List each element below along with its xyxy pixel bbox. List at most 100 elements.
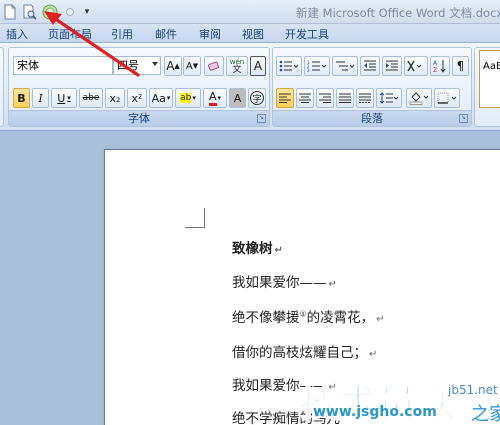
decrease-indent-button[interactable] xyxy=(360,56,380,76)
paragraph-dialog-launcher[interactable]: ↘ xyxy=(459,114,468,123)
sort-button[interactable]: AZ xyxy=(430,56,450,76)
borders-button[interactable] xyxy=(434,88,460,108)
font-name-combo[interactable]: 宋体 xyxy=(13,56,113,75)
paragraph-group: 1 2 3 A Z ¶ 段落 ↘ xyxy=(272,47,472,127)
character-border-button[interactable]: A xyxy=(250,56,266,76)
align-center-button[interactable] xyxy=(296,88,314,108)
line-spacing-button[interactable] xyxy=(376,88,402,108)
sort-icon: AZ xyxy=(433,60,446,73)
qat-more-button[interactable] xyxy=(62,4,78,20)
chevron-down-icon: ▾ xyxy=(192,94,196,102)
paragraph-mark: ↵ xyxy=(328,279,337,290)
document-line[interactable]: 我如果爱你—— ↵ xyxy=(232,271,337,291)
multilevel-list-button[interactable] xyxy=(332,56,358,76)
subscript-button[interactable]: x₂ xyxy=(105,88,125,108)
print-preview-icon xyxy=(23,4,37,20)
print-preview-button[interactable] xyxy=(22,4,38,20)
character-shading-label: A xyxy=(233,91,242,105)
strikethrough-label: abe xyxy=(82,93,100,103)
tab-developer[interactable]: 开发工具 xyxy=(285,26,329,42)
document-line[interactable]: 借你的高枝炫耀自己； ↵ xyxy=(232,341,377,361)
font-color-label: A xyxy=(208,90,217,106)
line-text: 借你的高枝炫耀自己； xyxy=(232,345,367,361)
customize-qat-button[interactable]: ▾ xyxy=(82,4,92,20)
borders-icon xyxy=(437,92,457,104)
enclose-characters-button[interactable]: 字 xyxy=(248,88,266,108)
shading-button[interactable] xyxy=(406,88,432,108)
title-bar: ▾ 新建 Microsoft Office Word 文档.docx - xyxy=(0,0,500,24)
clipboard-group-edge xyxy=(0,47,4,127)
bold-button[interactable]: B xyxy=(13,88,30,108)
line-text: 的凌霄花， xyxy=(306,310,375,326)
paragraph-group-label: 段落 xyxy=(273,110,471,126)
tab-review[interactable]: 审阅 xyxy=(199,26,221,42)
justify-icon xyxy=(339,93,351,103)
bullets-button[interactable] xyxy=(276,56,302,76)
multilevel-list-icon xyxy=(336,61,355,71)
distributed-button[interactable] xyxy=(356,88,374,108)
quick-access-toolbar: ▾ xyxy=(2,3,92,21)
increase-indent-button[interactable] xyxy=(382,56,402,76)
distributed-icon xyxy=(359,93,371,103)
watermark-url: www.jsgho.com xyxy=(313,404,437,420)
highlight-button[interactable]: ab ▾ xyxy=(175,88,201,108)
eraser-icon xyxy=(208,61,220,71)
font-group-label: 字体 xyxy=(9,110,269,126)
tab-view[interactable]: 视图 xyxy=(242,26,264,42)
align-left-button[interactable] xyxy=(276,88,294,108)
change-case-button[interactable]: Aa ▾ xyxy=(149,88,173,108)
style-preview-text: AaB xyxy=(483,61,500,72)
chevron-down-icon xyxy=(152,62,158,66)
highlight-label: ab xyxy=(180,93,192,103)
document-line[interactable]: 致橡树 ↵ xyxy=(232,237,283,257)
character-shading-button[interactable]: A xyxy=(229,88,246,108)
italic-button[interactable]: I xyxy=(32,88,49,108)
grow-font-label: A xyxy=(166,59,175,73)
chevron-down-icon: ▾ xyxy=(67,94,71,102)
align-center-icon xyxy=(299,93,311,103)
numbering-button[interactable]: 1 2 3 xyxy=(304,56,330,76)
grow-font-button[interactable]: A ▲ xyxy=(164,56,182,76)
footnote-ref[interactable]: ① xyxy=(300,310,307,319)
green-circle-icon xyxy=(42,4,58,20)
new-document-button[interactable] xyxy=(2,4,18,20)
margin-corner-mark xyxy=(204,208,205,228)
strikethrough-button[interactable]: abe xyxy=(79,88,103,108)
font-color-button[interactable]: A ▾ xyxy=(203,88,227,108)
line-spacing-icon xyxy=(379,92,399,104)
margin-corner-mark xyxy=(185,227,205,228)
asian-layout-button[interactable] xyxy=(404,56,428,76)
ribbon-tabs: 插入 页面布局 引用 邮件 审阅 视图 开发工具 xyxy=(0,24,500,43)
decrease-indent-icon xyxy=(364,60,376,71)
shrink-font-button[interactable]: A ▼ xyxy=(183,56,201,76)
font-dialog-launcher[interactable]: ↘ xyxy=(257,114,266,123)
paragraph-mark: ↵ xyxy=(376,314,385,325)
bullets-icon xyxy=(279,60,299,72)
tab-references[interactable]: 引用 xyxy=(111,26,133,42)
font-size-combo[interactable]: 四号 xyxy=(113,56,161,75)
align-left-icon xyxy=(279,93,291,103)
tab-page-layout[interactable]: 页面布局 xyxy=(48,26,92,42)
style-preview-normal[interactable]: AaB xyxy=(479,50,500,108)
undo-circle-button[interactable] xyxy=(42,4,58,20)
new-document-icon xyxy=(4,4,16,20)
line-text: 绝不像攀援 xyxy=(232,310,300,326)
show-marks-button[interactable]: ¶ xyxy=(452,56,469,76)
document-line[interactable]: 绝不像攀援①的凌霄花， ↵ xyxy=(232,306,385,327)
superscript-button[interactable]: x² xyxy=(127,88,147,108)
line-text: 我如果爱你—— xyxy=(232,275,327,291)
align-right-button[interactable] xyxy=(316,88,334,108)
chevron-down-icon xyxy=(66,8,74,16)
phonetic-guide-button[interactable]: wén 文 xyxy=(226,56,248,76)
window-title: 新建 Microsoft Office Word 文档.docx - xyxy=(296,6,500,20)
enclose-label: 字 xyxy=(250,91,264,105)
character-border-label: A xyxy=(253,59,263,73)
clear-format-button[interactable] xyxy=(204,56,224,76)
bold-label: B xyxy=(17,91,26,105)
justify-button[interactable] xyxy=(336,88,354,108)
subscript-label: x₂ xyxy=(109,91,121,105)
tab-mailings[interactable]: 邮件 xyxy=(155,26,177,42)
underline-button[interactable]: U ▾ xyxy=(51,88,77,108)
watermark-home: 之家 xyxy=(471,404,500,425)
tab-insert[interactable]: 插入 xyxy=(6,26,28,42)
